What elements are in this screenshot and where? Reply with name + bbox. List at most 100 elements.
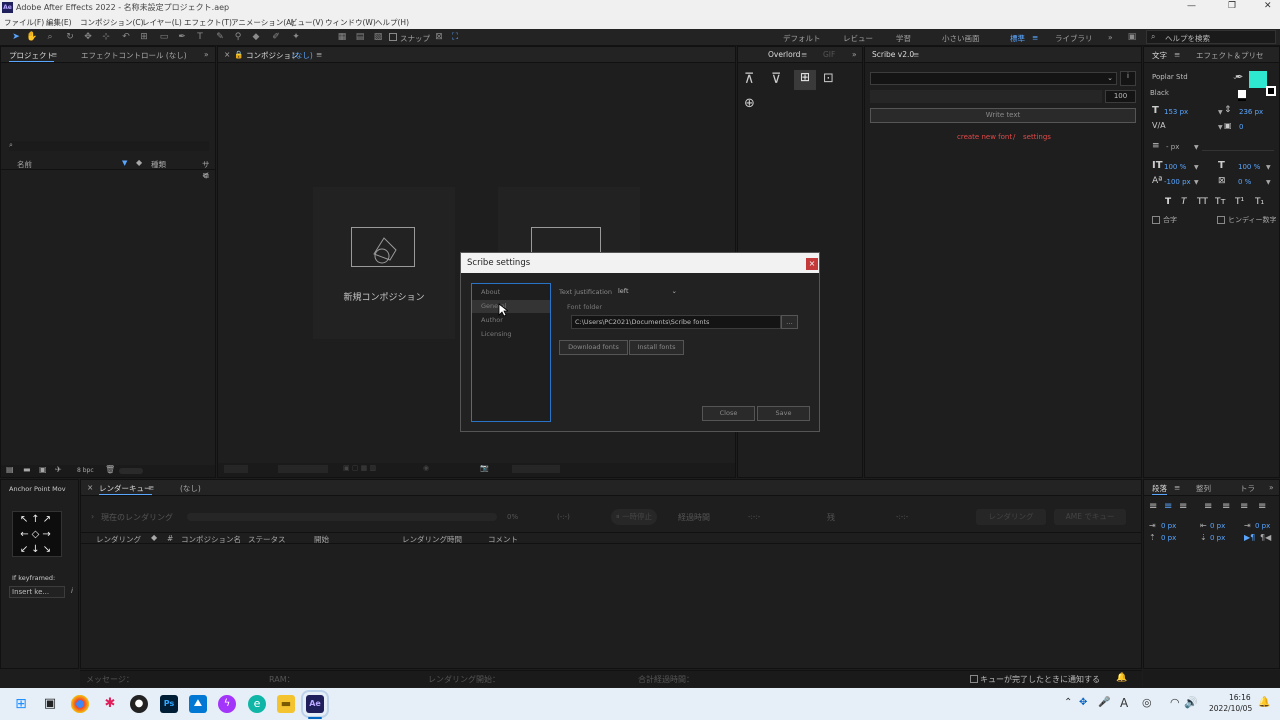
tab-overlord[interactable]: Overlord xyxy=(768,50,800,59)
hand-tool-icon[interactable]: ✋ xyxy=(26,31,38,43)
scribe-font-select[interactable]: ⌄ xyxy=(870,72,1117,85)
workspace-default[interactable]: デフォルト xyxy=(783,33,821,44)
photoshop-icon[interactable]: Ps xyxy=(160,695,178,713)
windows-start-icon[interactable]: ⊞ xyxy=(12,695,30,713)
new-comp-icon[interactable]: ▣ xyxy=(39,465,47,474)
justify-all-icon[interactable]: ≡ xyxy=(1258,501,1266,512)
eyedropper-icon[interactable]: ✒ xyxy=(1235,72,1243,83)
volume-icon[interactable]: 🔊 xyxy=(1184,696,1198,709)
edge-icon[interactable]: e xyxy=(248,695,266,713)
baseline-shift-value[interactable]: -100 px xyxy=(1164,178,1191,186)
menu-help[interactable]: ヘルプ(H) xyxy=(375,17,409,28)
workspace-standard[interactable]: 標準 xyxy=(1010,33,1025,44)
pull-from-ai-icon[interactable]: ⊽ xyxy=(771,71,781,87)
menu-layer[interactable]: レイヤー(L) xyxy=(142,17,182,28)
github-icon[interactable]: ● xyxy=(130,695,148,713)
snap-option-icon[interactable]: ▧ xyxy=(372,31,384,43)
pen-tool-icon[interactable]: ✒ xyxy=(176,31,188,43)
comp-menu-icon[interactable]: ≡ xyxy=(316,50,322,59)
close-tab-icon[interactable]: × xyxy=(87,483,93,492)
pan-tool-icon[interactable]: ⊹ xyxy=(100,31,112,43)
photos-icon[interactable]: ⛰ xyxy=(189,695,207,713)
tab-composition-name[interactable]: (なし) xyxy=(292,50,313,61)
col-type[interactable]: 種類 xyxy=(151,159,166,170)
thumbnail-slider[interactable] xyxy=(119,468,143,474)
resolution-dropdown[interactable] xyxy=(278,465,328,473)
align-icon[interactable]: ▦ xyxy=(336,31,348,43)
align-center-icon[interactable]: ≡ xyxy=(1164,501,1172,512)
bpc-label[interactable]: 8 bpc xyxy=(77,467,94,474)
menu-animation[interactable]: アニメーション(A) xyxy=(231,17,294,28)
anchor-bottom-left-icon[interactable]: ↙ xyxy=(20,544,31,555)
nav-general[interactable]: General xyxy=(472,300,550,313)
scribe-size-input[interactable]: 100 xyxy=(1105,90,1136,103)
faux-bold-button[interactable]: T xyxy=(1165,197,1171,207)
scribe-menu-icon[interactable]: ≡ xyxy=(913,50,919,59)
workspace-learn[interactable]: 学習 xyxy=(896,33,911,44)
anchor-right-icon[interactable]: → xyxy=(42,529,53,540)
rtl-direction-icon[interactable]: ¶◀ xyxy=(1260,533,1271,542)
anchor-bottom-icon[interactable]: ↓ xyxy=(31,544,42,555)
font-size-value[interactable]: 153 px xyxy=(1164,108,1188,116)
clock-date[interactable]: 2022/10/05 xyxy=(1209,704,1252,713)
tab-character[interactable]: 文字 xyxy=(1152,50,1167,61)
sync-status-icon[interactable]: ◎ xyxy=(1142,696,1152,709)
brush-tool-icon[interactable]: ✎ xyxy=(214,31,226,43)
anchor-left-icon[interactable]: ← xyxy=(20,529,31,540)
anchor-center-icon[interactable]: ◇ xyxy=(32,529,43,540)
align-left-icon[interactable]: ≡ xyxy=(1149,501,1157,512)
black-swatch[interactable] xyxy=(1238,99,1246,101)
rotate-tool-icon[interactable]: ↻ xyxy=(64,31,76,43)
tab-project[interactable]: プロジェクト xyxy=(9,50,54,62)
notify-checkbox[interactable] xyxy=(970,675,978,683)
justify-left-icon[interactable]: ≡ xyxy=(1204,501,1212,512)
sort-icon[interactable]: ▼ xyxy=(122,159,127,167)
tab-render-queue[interactable]: レンダーキュー xyxy=(99,483,152,495)
col-comp-name[interactable]: コンポジション名 xyxy=(181,534,241,545)
more-tabs-icon[interactable]: » xyxy=(204,50,209,59)
anchor-bottom-right-icon[interactable]: ↘ xyxy=(43,544,54,555)
indent-right-value[interactable]: 0 px xyxy=(1210,522,1225,530)
indent-left-value[interactable]: 0 px xyxy=(1161,522,1176,530)
ltr-direction-icon[interactable]: ▶¶ xyxy=(1244,533,1255,542)
ligature-checkbox[interactable] xyxy=(1152,216,1160,224)
close-button[interactable]: Close xyxy=(702,406,755,421)
dropbox-icon[interactable]: ✥ xyxy=(1079,697,1087,708)
info-icon[interactable]: i xyxy=(71,587,73,595)
distribute-icon[interactable]: ▤ xyxy=(354,31,366,43)
space-after-value[interactable]: 0 px xyxy=(1210,534,1225,542)
justify-right-icon[interactable]: ≡ xyxy=(1240,501,1248,512)
menu-composition[interactable]: コンポジション(C) xyxy=(80,17,144,28)
render-button[interactable]: レンダリング xyxy=(976,509,1046,525)
zoom-dropdown[interactable] xyxy=(224,465,248,473)
superscript-button[interactable]: T¹ xyxy=(1235,197,1244,207)
rectangle-tool-icon[interactable]: ▭ xyxy=(158,31,170,43)
close-icon[interactable]: ✕ xyxy=(1264,1,1272,11)
timecode-field[interactable] xyxy=(512,465,560,473)
pause-button[interactable]: ⏸ 一時停止 xyxy=(611,509,657,525)
help-search-input[interactable]: ヘルプを検索 xyxy=(1165,33,1210,44)
stamp-tool-icon[interactable]: ⚲ xyxy=(232,31,244,43)
tab-align[interactable]: 整列 xyxy=(1196,483,1211,494)
tab-tracker[interactable]: トラ xyxy=(1240,483,1255,494)
type-tool-icon[interactable]: T xyxy=(194,31,206,43)
dialog-close-icon[interactable]: × xyxy=(806,258,818,270)
new-comp-from-footage-card[interactable] xyxy=(498,187,640,259)
workspace-menu-icon[interactable]: ≡ xyxy=(1032,33,1038,42)
puppet-tool-icon[interactable]: ✦ xyxy=(290,31,302,43)
interpret-footage-icon[interactable]: ▤ xyxy=(6,465,14,474)
justify-select[interactable]: left ⌄ xyxy=(615,285,681,297)
scribe-info-button[interactable]: ⅰ xyxy=(1120,71,1136,86)
col-comment[interactable]: コメント xyxy=(488,534,518,545)
bell-icon[interactable]: 🔔 xyxy=(1116,673,1127,683)
menu-effect[interactable]: エフェクト(T) xyxy=(184,17,232,28)
microphone-icon[interactable]: 🎤 xyxy=(1098,697,1110,708)
browse-folder-button[interactable]: ... xyxy=(781,315,798,329)
tab-composition[interactable]: コンポジション xyxy=(246,50,299,61)
color-icon[interactable]: ◉ xyxy=(423,464,429,472)
nav-author[interactable]: Author xyxy=(472,314,550,327)
col-name[interactable]: 名前 xyxy=(17,159,32,170)
white-swatch[interactable] xyxy=(1238,90,1246,98)
install-fonts-button[interactable]: Install fonts xyxy=(629,340,684,355)
more-tabs-icon[interactable]: » xyxy=(1269,483,1274,492)
